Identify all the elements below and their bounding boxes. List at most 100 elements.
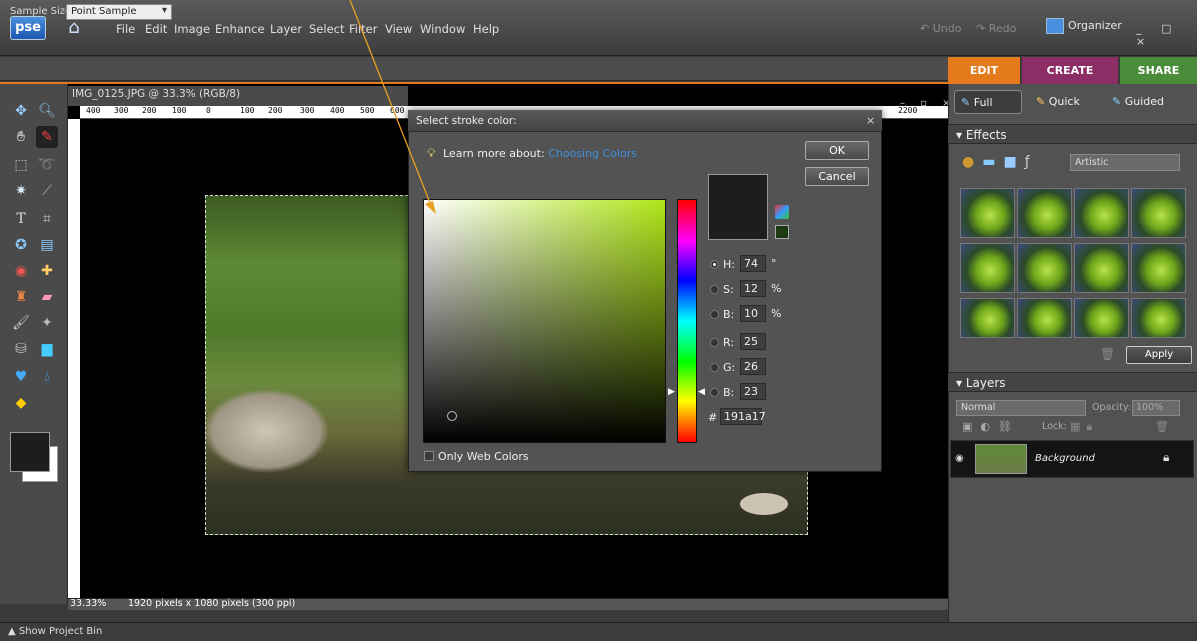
cancel-button[interactable]: Cancel [805,167,869,186]
lightbulb-icon: 💡︎ [427,146,436,160]
zoom-tool-icon[interactable]: 🔍︎ [36,100,58,122]
healing-brush-tool-icon[interactable]: ✚ [36,260,58,282]
cookie-cutter-tool-icon[interactable]: ✪ [10,234,32,256]
gradient-tool-icon[interactable]: ▆ [36,338,58,360]
magic-wand-tool-icon[interactable]: ✷ [10,180,32,202]
effects-panel-header[interactable]: ▾ Effects [948,124,1197,144]
blue-radio[interactable] [710,388,719,397]
menu-select[interactable]: Select [309,22,344,36]
type-tool-icon[interactable]: T [10,208,32,230]
view-guided-button[interactable]: ✎ Guided [1112,90,1164,114]
smart-brush-tool-icon[interactable]: ✦ [36,312,58,334]
eraser-tool-icon[interactable]: ▰ [36,286,58,308]
layer-action-icons[interactable]: ▣◐⛓ [962,420,1020,433]
brightness-input[interactable]: 10 [740,305,766,322]
trash-icon[interactable]: 🗑︎ [1100,347,1115,361]
effect-thumbnail[interactable] [1131,243,1186,293]
sample-size-select[interactable]: Point Sample [66,4,172,20]
menu-help[interactable]: Help [473,22,499,36]
web-safe-color-swatch[interactable] [775,225,789,239]
effects-category-icons[interactable]: ●▬■ƒ [962,154,1062,170]
effect-thumbnail[interactable] [1074,243,1129,293]
sponge-tool-icon[interactable]: ◆ [10,392,32,414]
layers-panel-header[interactable]: ▾ Layers [948,372,1197,392]
apply-button[interactable]: Apply [1126,346,1192,364]
redo-button[interactable]: ↷ Redo [976,22,1016,35]
brightness-radio[interactable] [710,310,719,319]
selection-brush-tool-icon[interactable]: ⟋ [36,180,58,202]
close-icon[interactable]: × [866,114,875,127]
lasso-tool-icon[interactable]: ➰ [36,154,58,176]
effect-thumbnail[interactable] [1074,298,1129,338]
hue-slider[interactable] [677,199,697,443]
view-quick-button[interactable]: ✎ Quick [1036,90,1080,114]
blur-tool-icon[interactable]: 💧︎ [36,366,58,388]
hue-input[interactable]: 74 [740,255,766,272]
effect-thumbnail[interactable] [1131,298,1186,338]
organizer-button[interactable]: Organizer [1046,18,1122,38]
menu-edit[interactable]: Edit [145,22,167,36]
menu-window[interactable]: Window [420,22,465,36]
blue-input[interactable]: 23 [740,383,766,400]
effect-thumbnail[interactable] [960,188,1015,238]
hex-input[interactable]: 191a17 [720,408,766,425]
menu-enhance[interactable]: Enhance [215,22,265,36]
project-bin-toggle[interactable]: ▲ Show Project Bin [0,622,1197,641]
effect-thumbnail[interactable] [1131,188,1186,238]
green-input[interactable]: 26 [740,358,766,375]
clone-stamp-tool-icon[interactable]: ♜ [10,286,32,308]
lock-icons[interactable]: ▦🔒︎ [1070,420,1098,434]
undo-button[interactable]: ↶ Undo [920,22,961,35]
paint-bucket-tool-icon[interactable]: ⛁ [10,338,32,360]
straighten-tool-icon[interactable]: ▤ [36,234,58,256]
marquee-tool-icon[interactable]: ⬚ [10,154,32,176]
hue-slider-handle-left[interactable]: ▶ [668,387,675,397]
crop-tool-icon[interactable]: ⌗ [36,208,58,230]
quick-edit-icon: ✎ [1036,95,1049,108]
view-quick-label: Quick [1048,95,1080,108]
move-tool-icon[interactable]: ✥ [10,100,32,122]
tab-create[interactable]: CREATE [1022,57,1118,84]
menu-layer[interactable]: Layer [270,22,302,36]
red-radio[interactable] [710,338,719,347]
vertical-ruler [68,119,80,599]
effect-thumbnail[interactable] [1017,188,1072,238]
green-radio[interactable] [710,363,719,372]
foreground-color-swatch[interactable] [10,432,50,472]
effect-thumbnail[interactable] [960,298,1015,338]
effect-thumbnail[interactable] [1017,243,1072,293]
hue-slider-handle-right[interactable]: ◀ [698,387,705,397]
color-cube-icon[interactable] [775,205,789,219]
eyedropper-tool-icon[interactable]: ✎ [36,126,58,148]
brush-tool-icon[interactable]: 🖌︎ [10,312,32,334]
menu-image[interactable]: Image [174,22,210,36]
window-controls[interactable]: _ □ × [1136,22,1197,48]
only-web-colors-checkbox[interactable] [424,451,434,461]
red-eye-tool-icon[interactable]: ◉ [10,260,32,282]
effects-category-select[interactable]: Artistic [1070,154,1180,171]
choosing-colors-link[interactable]: Choosing Colors [548,147,637,160]
red-input[interactable]: 25 [740,333,766,350]
menu-view[interactable]: View [385,22,412,36]
menu-filter[interactable]: Filter [349,22,377,36]
color-field-cursor[interactable] [447,411,457,421]
delete-layer-icon[interactable]: 🗑︎ [1155,420,1169,433]
tab-edit[interactable]: EDIT [948,57,1020,84]
effect-thumbnail[interactable] [1074,188,1129,238]
saturation-input[interactable]: 12 [740,280,766,297]
view-full-button[interactable]: ✎ Full [954,90,1022,114]
saturation-radio[interactable] [710,285,719,294]
effect-thumbnail[interactable] [1017,298,1072,338]
menu-file[interactable]: File [116,22,135,36]
visibility-eye-icon[interactable]: ◉ [955,453,964,464]
effect-thumbnail[interactable] [960,243,1015,293]
tab-share[interactable]: SHARE [1120,57,1197,84]
shape-tool-icon[interactable]: ♥ [10,366,32,388]
saturation-brightness-field[interactable] [423,199,666,443]
blend-mode-select[interactable]: Normal [956,400,1086,416]
ok-button[interactable]: OK [805,141,869,160]
hue-radio[interactable] [710,260,719,269]
red-label: R: [723,336,735,349]
opacity-input[interactable]: 100% [1132,400,1180,416]
hand-tool-icon[interactable]: ✋︎ [10,126,32,148]
